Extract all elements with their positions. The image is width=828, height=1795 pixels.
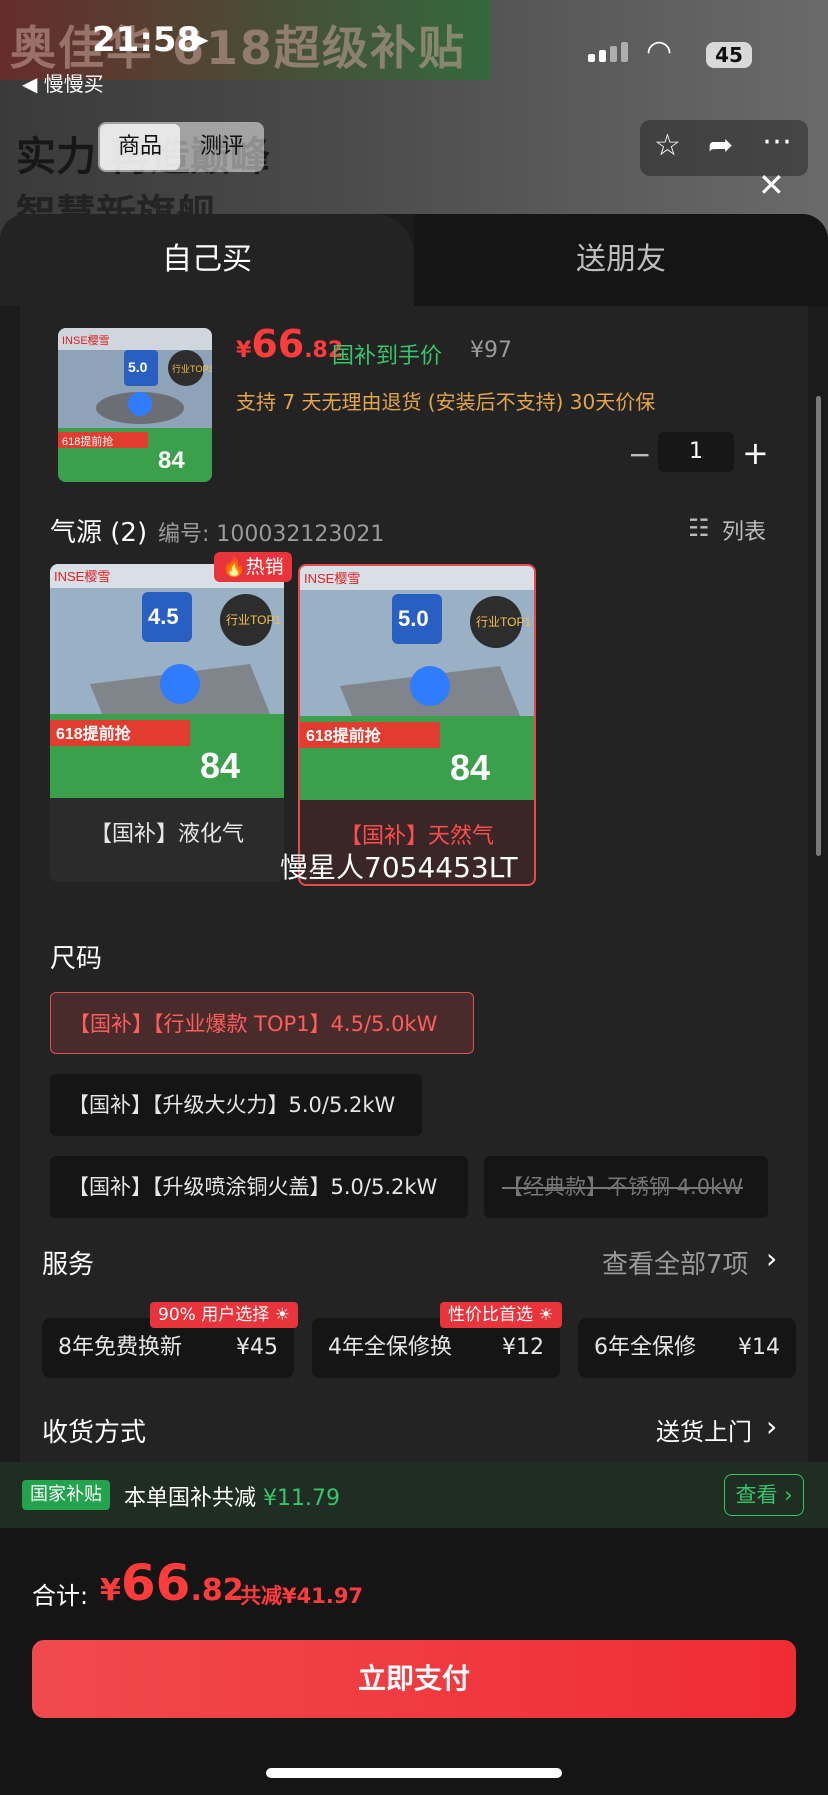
subsidy-amount: ¥11.79 [263,1486,340,1511]
service-badge: 90% 用户选择 ☀ [150,1302,298,1328]
cellular-signal-icon [588,42,628,62]
svg-text:4.5: 4.5 [148,604,179,629]
svg-text:行业TOP1: 行业TOP1 [476,615,531,629]
product-thumbnail: INSE樱雪 5.0 行业TOP1 618提前抢 84 [58,328,212,482]
thumb-price: 84 [158,447,185,474]
list-view-icon[interactable]: ☷ [688,514,710,542]
tab-gift-friend[interactable]: 送朋友 [414,214,828,306]
location-arrow-icon: ➤ [188,26,210,56]
svg-text:5.0: 5.0 [398,606,429,631]
star-icon[interactable]: ☆ [654,128,681,163]
chevron-right-icon[interactable]: › [766,1410,777,1443]
tab-buy-self[interactable]: 自己买 [0,214,414,306]
quantity-decrease-button[interactable]: − [628,438,651,471]
fire-icon: 🔥 [222,556,246,578]
size-title: 尺码 [50,944,103,974]
gas-option-natural-gas[interactable]: INSE樱雪 5.0 行业TOP1 618提前抢 84 【国补】天然气 [298,564,536,886]
quantity-increase-button[interactable]: + [742,434,769,472]
user-watermark: 慢星人7054453LT [280,851,518,884]
size-option-3[interactable]: 【国补】【升级喷涂铜火盖】5.0/5.2kW [50,1156,468,1218]
battery-indicator: 45 [706,42,752,68]
more-icon[interactable]: ⋯ [762,124,792,159]
thumb-power: 5.0 [128,359,148,375]
sku-number: 编号: 100032123021 [158,522,385,547]
gas-source-title: 气源 (2) [50,518,148,548]
tab-review[interactable]: 测评 [182,124,262,170]
subsidy-badge: 国家补贴 [22,1480,110,1510]
chevron-right-icon: › [777,1483,793,1507]
service-badge: 性价比首选 ☀ [440,1302,562,1328]
quantity-input[interactable]: 1 [658,432,734,472]
service-option-3[interactable]: 6年全保修 ¥14 [578,1318,796,1378]
service-price: ¥14 [738,1335,780,1360]
service-view-all[interactable]: 查看全部7项 [602,1244,749,1281]
gas-option-lpg[interactable]: INSE樱雪 4.5 行业TOP1 618提前抢 84 【国补】液化气 [50,564,284,882]
close-icon[interactable]: ✕ [758,166,785,204]
gas-option-natural-gas-image: INSE樱雪 5.0 行业TOP1 618提前抢 84 [300,566,534,800]
size-option-1[interactable]: 【国补】【行业爆款 TOP1】4.5/5.0kW [50,992,474,1054]
scrollbar[interactable] [816,396,821,856]
service-name: 8年免费换新 [58,1335,182,1360]
total-discount: 共减¥41.97 [240,1584,364,1608]
gas-option-lpg-image: INSE樱雪 4.5 行业TOP1 618提前抢 84 [50,564,284,798]
shipping-method[interactable]: 送货上门 [656,1412,752,1447]
share-icon[interactable]: ➦ [708,128,733,163]
back-to-app[interactable]: ◀ 慢慢买 [22,68,104,97]
total-price: ¥66.82 [100,1554,244,1612]
unit-price: ¥66.82 [236,322,344,366]
wifi-icon: ◠ [646,34,673,69]
svg-text:618提前抢: 618提前抢 [56,724,132,743]
size-option-2[interactable]: 【国补】【升级大火力】5.0/5.2kW [50,1074,422,1136]
subsidy-price-tag: 国补到手价 [332,344,443,369]
shipping-title: 收货方式 [42,1418,147,1448]
tab-goods[interactable]: 商品 [100,124,180,170]
svg-text:618提前抢: 618提前抢 [306,726,382,745]
gas-option-lpg-label: 【国补】液化气 [89,822,244,847]
service-name: 4年全保修换 [328,1335,452,1360]
return-policy: 支持 7 天无理由退货 (安装后不支持) 30天价保 [236,390,656,414]
svg-text:INSE樱雪: INSE樱雪 [304,571,360,586]
chevron-right-icon[interactable]: › [766,1242,777,1275]
thumb-badge: 行业TOP1 [172,363,212,374]
svg-text:INSE樱雪: INSE樱雪 [54,569,110,584]
pay-now-button[interactable]: 立即支付 [32,1640,796,1718]
home-indicator[interactable] [266,1768,562,1778]
svg-text:84: 84 [450,747,490,788]
status-time: 21:58 [92,20,201,60]
thumb-promo: 618提前抢 [62,434,113,448]
subsidy-view-button[interactable]: 查看 › [724,1474,804,1516]
list-view-label[interactable]: 列表 [722,514,766,546]
subsidy-summary: 本单国补共减 ¥11.79 [124,1486,340,1511]
service-title: 服务 [42,1250,95,1280]
size-option-4-disabled: 【经典款】不锈钢 4.0kW [484,1156,768,1218]
service-name: 6年全保修 [594,1335,696,1360]
total-label: 合计: [32,1582,89,1610]
thumb-brand: INSE樱雪 [62,334,110,347]
original-price: ¥97 [470,338,512,363]
svg-text:行业TOP1: 行业TOP1 [226,613,281,627]
svg-text:84: 84 [200,745,240,786]
hot-sale-badge: 🔥热销 [214,552,292,582]
